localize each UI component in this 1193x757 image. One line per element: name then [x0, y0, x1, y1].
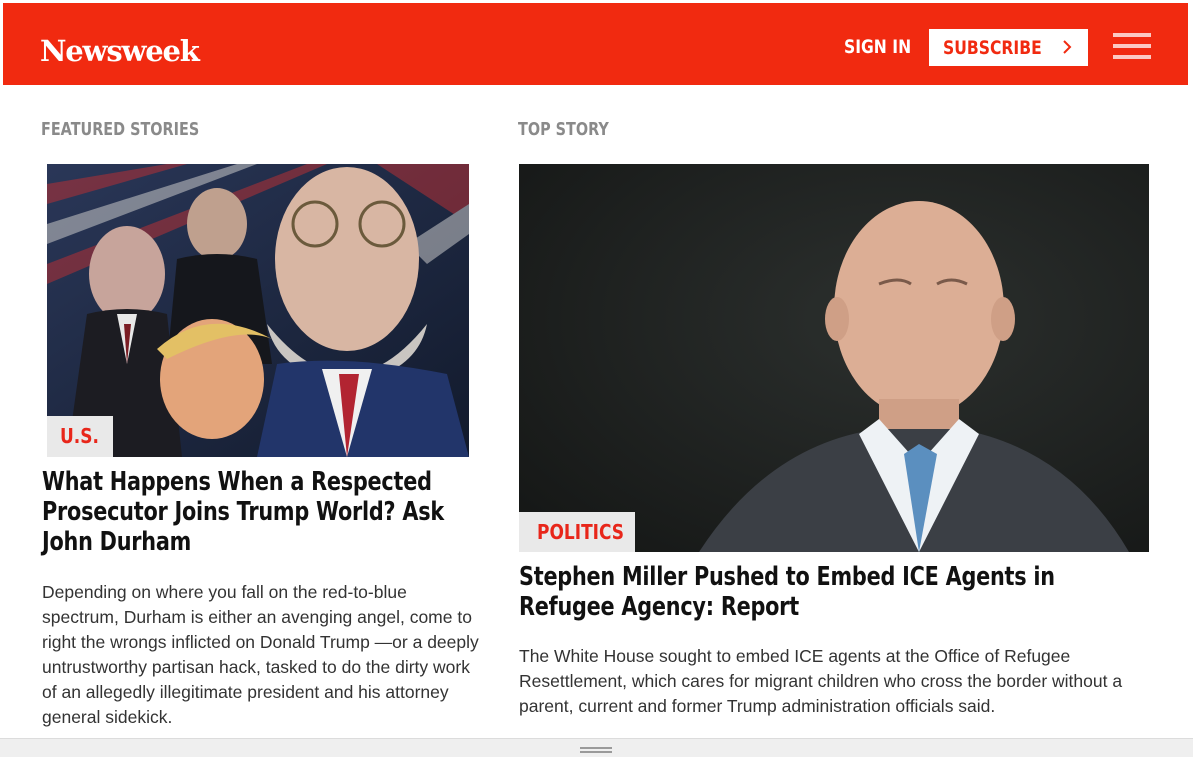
top-story-summary: The White House sought to embed ICE agen… — [519, 646, 1123, 716]
featured-headline[interactable]: What Happens When a Respected Prosecutor… — [42, 467, 458, 557]
category-tag-label: U.S. — [60, 424, 99, 448]
subscribe-button[interactable]: SUBSCRIBE — [929, 29, 1088, 66]
bottom-drawer-handle[interactable] — [0, 738, 1193, 757]
featured-photo-illustration — [47, 164, 469, 457]
hamburger-menu-icon[interactable] — [1113, 31, 1151, 61]
featured-summary: Depending on where you fall on the red-t… — [42, 582, 479, 727]
category-tag-label: POLITICS — [537, 520, 625, 544]
featured-stories-label: FEATURED STORIES — [41, 119, 200, 140]
site-header: Newsweek SIGN IN SUBSCRIBE — [3, 3, 1188, 85]
category-tag-politics[interactable]: POLITICS — [519, 512, 635, 552]
grip-line — [580, 751, 612, 753]
subscribe-label: SUBSCRIBE — [943, 37, 1042, 59]
top-story-headline[interactable]: Stephen Miller Pushed to Embed ICE Agent… — [519, 562, 1143, 622]
chevron-right-icon — [1063, 40, 1072, 54]
top-story-photo — [519, 164, 1149, 552]
category-tag-us[interactable]: U.S. — [47, 416, 113, 457]
newsweek-logo[interactable]: Newsweek — [40, 37, 200, 66]
grip-line — [580, 747, 612, 749]
top-story-label: TOP STORY — [518, 119, 609, 140]
top-story-image[interactable] — [519, 164, 1149, 552]
sign-in-link[interactable]: SIGN IN — [844, 35, 911, 59]
featured-story-image[interactable] — [47, 164, 469, 457]
